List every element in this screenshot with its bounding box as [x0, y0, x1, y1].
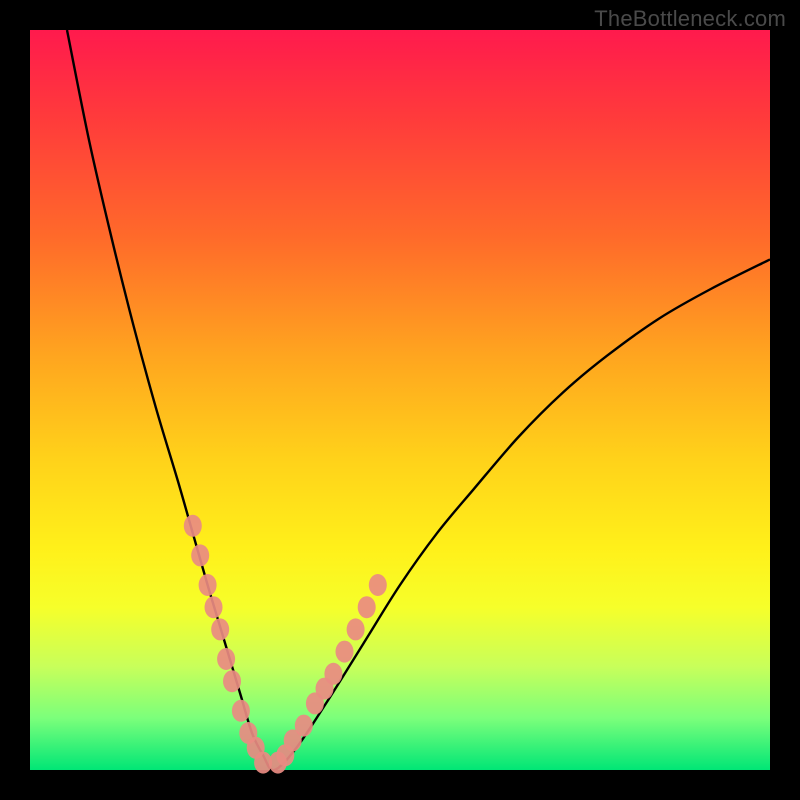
- marker-dot: [369, 574, 387, 596]
- marker-dot: [232, 700, 250, 722]
- marker-dot: [336, 641, 354, 663]
- marker-dot: [184, 515, 202, 537]
- marker-dot: [358, 596, 376, 618]
- marker-dot: [295, 715, 313, 737]
- marker-dot: [223, 670, 241, 692]
- bottleneck-curve: [67, 30, 770, 770]
- marker-dot: [205, 596, 223, 618]
- curve-markers: [184, 515, 387, 774]
- chart-frame: TheBottleneck.com: [0, 0, 800, 800]
- marker-dot: [199, 574, 217, 596]
- marker-dot: [211, 618, 229, 640]
- marker-dot: [217, 648, 235, 670]
- watermark-text: TheBottleneck.com: [594, 6, 786, 32]
- marker-dot: [324, 663, 342, 685]
- marker-dot: [191, 544, 209, 566]
- marker-dot: [347, 618, 365, 640]
- chart-svg: [30, 30, 770, 770]
